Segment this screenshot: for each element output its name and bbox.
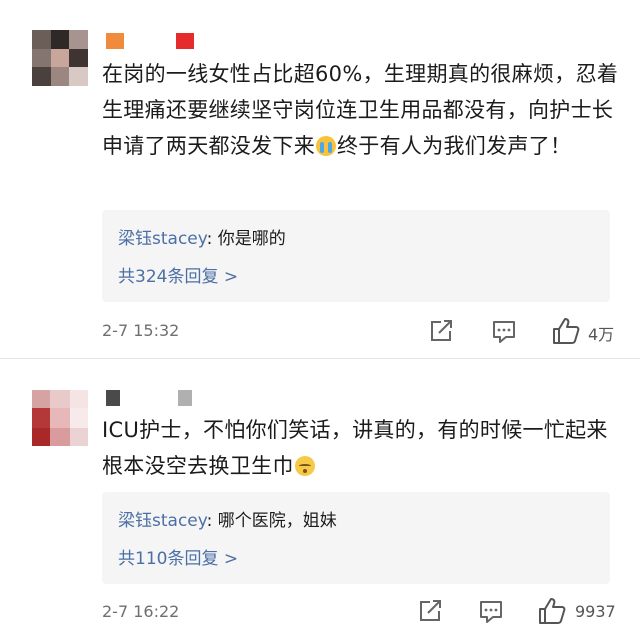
- reply-preview[interactable]: 梁钰stacey: 你是哪的 共324条回复 >: [102, 210, 610, 302]
- share-icon[interactable]: [428, 318, 454, 344]
- comment-text: ICU护士，不怕你们笑话，讲真的，有的时候一忙起来根本没空去换卫生巾: [102, 412, 622, 484]
- comment-icon[interactable]: [478, 598, 504, 624]
- reply-separator: :: [206, 511, 218, 531]
- share-icon[interactable]: [417, 598, 443, 624]
- comment-icon[interactable]: [491, 318, 517, 344]
- view-replies-link[interactable]: 共324条回复 >: [118, 262, 238, 287]
- crying-emoji-icon: [316, 136, 336, 156]
- reply-username[interactable]: 梁钰stacey: [118, 229, 207, 249]
- reply-text: 哪个医院，姐妹: [217, 511, 337, 531]
- reply-separator: :: [206, 229, 218, 249]
- relieved-emoji-icon: [294, 456, 315, 476]
- reply-line: 梁钰stacey: 哪个医院，姐妹: [118, 506, 337, 531]
- comment-body-tail: 终于有人为我们发声了！: [337, 134, 572, 158]
- comment-text: 在岗的一线女性占比超60%，生理期真的很麻烦，忍着生理痛还要继续坚守岗位连卫生用…: [102, 56, 622, 164]
- comment-body: ICU护士，不怕你们笑话，讲真的，有的时候一忙起来根本没空去换卫生巾: [102, 418, 608, 478]
- like-count: 4万: [588, 325, 615, 344]
- timestamp: 2-7 15:32: [102, 321, 180, 340]
- thumbs-up-icon[interactable]: [537, 596, 567, 626]
- comment-divider: [0, 358, 640, 359]
- avatar[interactable]: [32, 390, 88, 446]
- view-replies-link[interactable]: 共110条回复 >: [118, 544, 238, 569]
- reply-line: 梁钰stacey: 你是哪的: [118, 224, 286, 249]
- reply-text: 你是哪的: [217, 229, 286, 249]
- reply-username[interactable]: 梁钰stacey: [118, 511, 207, 531]
- reply-preview[interactable]: 梁钰stacey: 哪个医院，姐妹 共110条回复 >: [102, 492, 610, 584]
- timestamp: 2-7 16:22: [102, 602, 180, 621]
- thumbs-up-icon[interactable]: [551, 316, 581, 346]
- avatar[interactable]: [32, 30, 88, 86]
- like-count: 9937: [575, 602, 616, 621]
